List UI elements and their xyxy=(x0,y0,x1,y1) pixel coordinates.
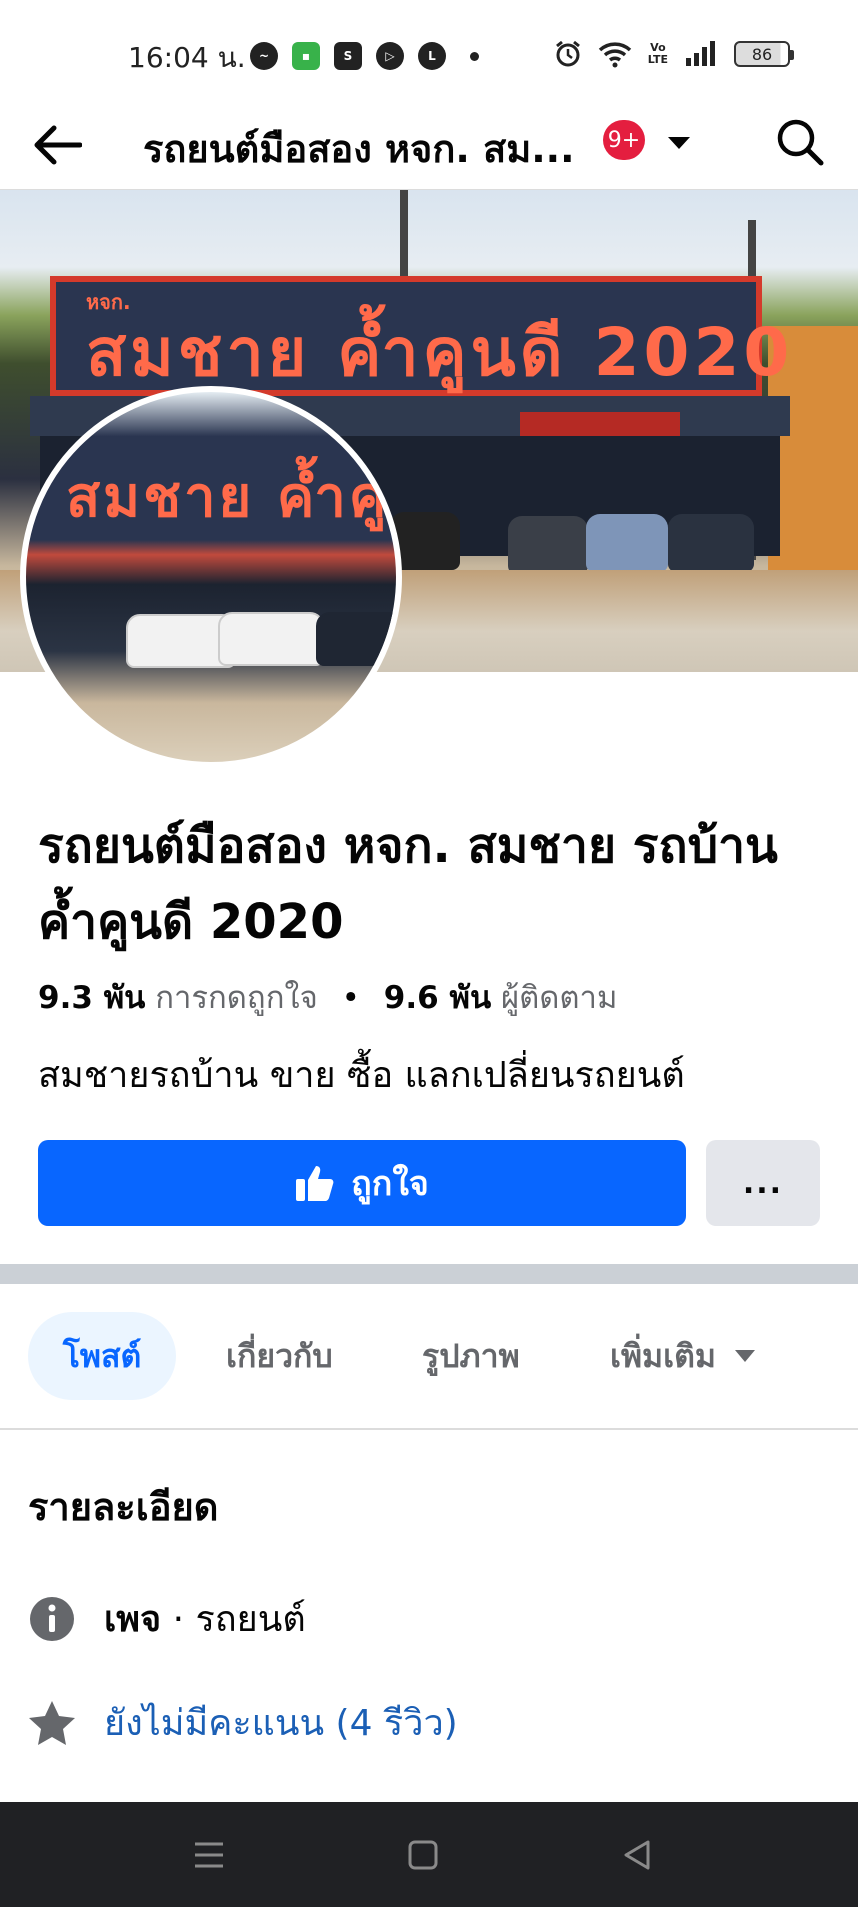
page-type-text: เพจ · รถยนต์ xyxy=(104,1590,306,1647)
tab-about-label: เกี่ยวกับ xyxy=(226,1336,333,1375)
notification-badge[interactable]: 9+ xyxy=(603,120,645,160)
page-tabs: โพสต์ เกี่ยวกับ รูปภาพ เพิ่มเติม xyxy=(0,1312,858,1404)
page-stats: 9.3 พัน การกดถูกใจ • 9.6 พัน ผู้ติดตาม xyxy=(38,972,617,1022)
cover-sign: หจก. สมชาย ค้ำคูนดี 2020 xyxy=(50,276,789,396)
like-button[interactable]: ถูกใจ xyxy=(38,1140,686,1226)
messenger-icon: ~ xyxy=(250,42,278,70)
home-icon xyxy=(408,1840,438,1870)
likes-label[interactable]: การกดถูกใจ xyxy=(155,980,318,1016)
system-icons: Vo LTE 86 xyxy=(554,40,794,68)
status-time: 16:04 น. xyxy=(128,41,246,74)
more-notifications-dot-icon xyxy=(470,51,479,61)
app-icon: ▪ xyxy=(292,42,320,70)
line-icon: L xyxy=(418,42,446,70)
profile-sign-text: สมชาย ค้ำคูน xyxy=(66,465,402,530)
tabs-divider xyxy=(0,1428,858,1430)
followers-label[interactable]: ผู้ติดตาม xyxy=(501,980,617,1016)
app-circle-icon: ▷ xyxy=(376,42,404,70)
tab-more[interactable]: เพิ่มเติม xyxy=(580,1312,786,1400)
tab-photos-label: รูปภาพ xyxy=(422,1336,520,1375)
followers-count[interactable]: 9.6 พัน xyxy=(384,980,491,1016)
tab-more-label: เพิ่มเติม xyxy=(610,1336,716,1375)
page-description: สมชายรถบ้าน ขาย ซื้อ แลกเปลี่ยนรถยนต์ xyxy=(38,1055,685,1096)
like-button-label: ถูกใจ xyxy=(351,1164,429,1204)
detail-rating: ยังไม่มีคะแนน (4 รีวิว) xyxy=(28,1694,458,1751)
tab-posts-label: โพสต์ xyxy=(62,1336,142,1375)
alarm-icon xyxy=(555,40,580,67)
volte-icon: Vo LTE xyxy=(647,41,668,66)
more-options-button[interactable]: ... xyxy=(706,1140,820,1226)
back-arrow-icon xyxy=(34,125,82,165)
profile-car xyxy=(316,612,396,666)
star-icon xyxy=(28,1699,76,1747)
stats-separator: • xyxy=(341,980,360,1016)
notification-icons: ~ ▪ S ▷ L xyxy=(250,42,479,70)
menu-icon xyxy=(195,1842,223,1868)
chevron-down-icon xyxy=(734,1350,755,1362)
shopee-icon: S xyxy=(334,42,362,70)
info-icon xyxy=(28,1595,76,1643)
tab-about[interactable]: เกี่ยวกับ xyxy=(196,1312,363,1400)
page-switcher-button[interactable] xyxy=(664,128,694,158)
battery-icon: 86 xyxy=(734,41,794,67)
recent-apps-button[interactable] xyxy=(186,1832,232,1878)
details-heading: รายละเอียด xyxy=(28,1485,219,1529)
profile-picture[interactable]: สมชาย ค้ำคูน xyxy=(20,386,402,768)
system-back-button[interactable] xyxy=(614,1832,660,1878)
page-type-separator: · xyxy=(172,1599,185,1640)
rating-link[interactable]: ยังไม่มีคะแนน (4 รีวิว) xyxy=(104,1694,458,1751)
likes-count[interactable]: 9.3 พัน xyxy=(38,980,145,1016)
header-title[interactable]: รถยนต์มือสอง หจก. สม... xyxy=(143,118,575,179)
cover-car xyxy=(668,514,754,572)
page-header: รถยนต์มือสอง หจก. สม... 9+ xyxy=(0,100,858,190)
caret-down-icon xyxy=(668,137,690,149)
back-triangle-icon xyxy=(624,1840,650,1870)
signal-icon xyxy=(686,41,715,66)
detail-page-type: เพจ · รถยนต์ xyxy=(28,1590,306,1647)
tab-posts[interactable]: โพสต์ xyxy=(28,1312,176,1400)
page-type-value: รถยนต์ xyxy=(195,1599,306,1640)
page-type-label: เพจ xyxy=(104,1599,162,1640)
cover-pole xyxy=(400,190,408,290)
section-divider xyxy=(0,1264,858,1284)
back-button[interactable] xyxy=(30,118,84,172)
status-bar: 16:04 น. ~ ▪ S ▷ L Vo LTE 86 xyxy=(0,0,858,110)
profile-car xyxy=(218,612,324,666)
system-navigation-bar xyxy=(0,1802,858,1907)
home-button[interactable] xyxy=(400,1832,446,1878)
thumbs-up-icon xyxy=(296,1166,334,1201)
search-button[interactable] xyxy=(772,114,828,170)
cover-car xyxy=(586,514,668,572)
wifi-icon xyxy=(598,42,631,68)
tab-photos[interactable]: รูปภาพ xyxy=(392,1312,550,1400)
cover-car xyxy=(508,516,588,574)
search-icon xyxy=(777,119,824,166)
page-title: รถยนต์มือสอง หจก. สมชาย รถบ้าน ค้ำคูนดี … xyxy=(38,818,778,950)
